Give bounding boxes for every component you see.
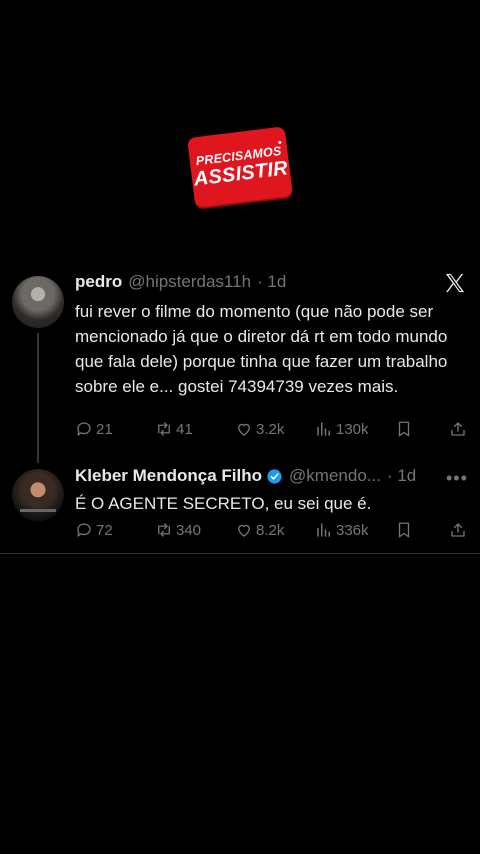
bookmark-button[interactable] [395,420,413,438]
like-icon [238,423,250,436]
tweet-actions: 21 41 3.2k 130k [75,420,470,442]
tweet-text: fui rever o filme do momento (que não po… [75,302,448,396]
thread-line [37,333,39,463]
tweet-header: Kleber Mendonça Filho @kmendo... · 1d [75,466,416,486]
bookmark-button[interactable] [395,521,413,539]
bookmark-icon [398,522,410,538]
x-logo-icon [445,273,465,293]
retweet-button[interactable]: 340 [155,521,201,539]
retweet-count: 340 [176,521,202,539]
reply-count: 21 [96,420,113,438]
author-name[interactable]: Kleber Mendonça Filho [75,466,262,486]
tweet-time[interactable]: · 1d [257,272,286,292]
reply-button[interactable]: 72 [75,521,113,539]
retweet-button[interactable]: 41 [155,420,193,438]
like-button[interactable]: 3.2k [235,420,284,438]
tweet-actions: 72 340 8.2k 336k [75,521,470,543]
more-icon[interactable]: ••• [446,468,468,489]
tweet-header: pedro @hipsterdas11h · 1d [75,272,286,292]
views-button[interactable]: 336k [315,521,369,539]
like-icon [238,524,250,537]
bookmark-icon [398,421,410,437]
tweet-time[interactable]: · 1d [387,466,416,486]
reply-icon [77,422,91,436]
avatar-caption [20,509,56,512]
divider [0,553,480,554]
views-icon [317,422,330,436]
share-button[interactable] [449,420,467,438]
precisamos-assistir-logo: PRECISAMOS ASSISTIR [187,126,293,208]
views-count: 336k [336,521,369,539]
reply-icon [77,523,91,537]
views-count: 130k [336,420,369,438]
retweet-icon [158,523,170,537]
like-button[interactable]: 8.2k [235,521,284,539]
author-handle[interactable]: @kmendo... [289,466,381,486]
retweet-count: 41 [176,420,193,438]
avatar[interactable] [12,276,64,328]
author-handle[interactable]: @hipsterdas11h [128,272,251,292]
avatar[interactable] [12,469,64,521]
logo-dot [278,140,282,145]
author-name[interactable]: pedro [75,272,122,292]
share-icon [451,422,465,436]
reply-button[interactable]: 21 [75,420,113,438]
views-icon [317,523,330,537]
retweet-icon [158,422,170,436]
like-count: 3.2k [256,420,285,438]
like-count: 8.2k [256,521,285,539]
share-button[interactable] [449,521,467,539]
share-icon [451,523,465,537]
verified-icon [267,468,282,484]
views-button[interactable]: 130k [315,420,369,438]
tweet-text: É O AGENTE SECRETO, eu sei que é. [75,494,372,513]
reply-count: 72 [96,521,113,539]
